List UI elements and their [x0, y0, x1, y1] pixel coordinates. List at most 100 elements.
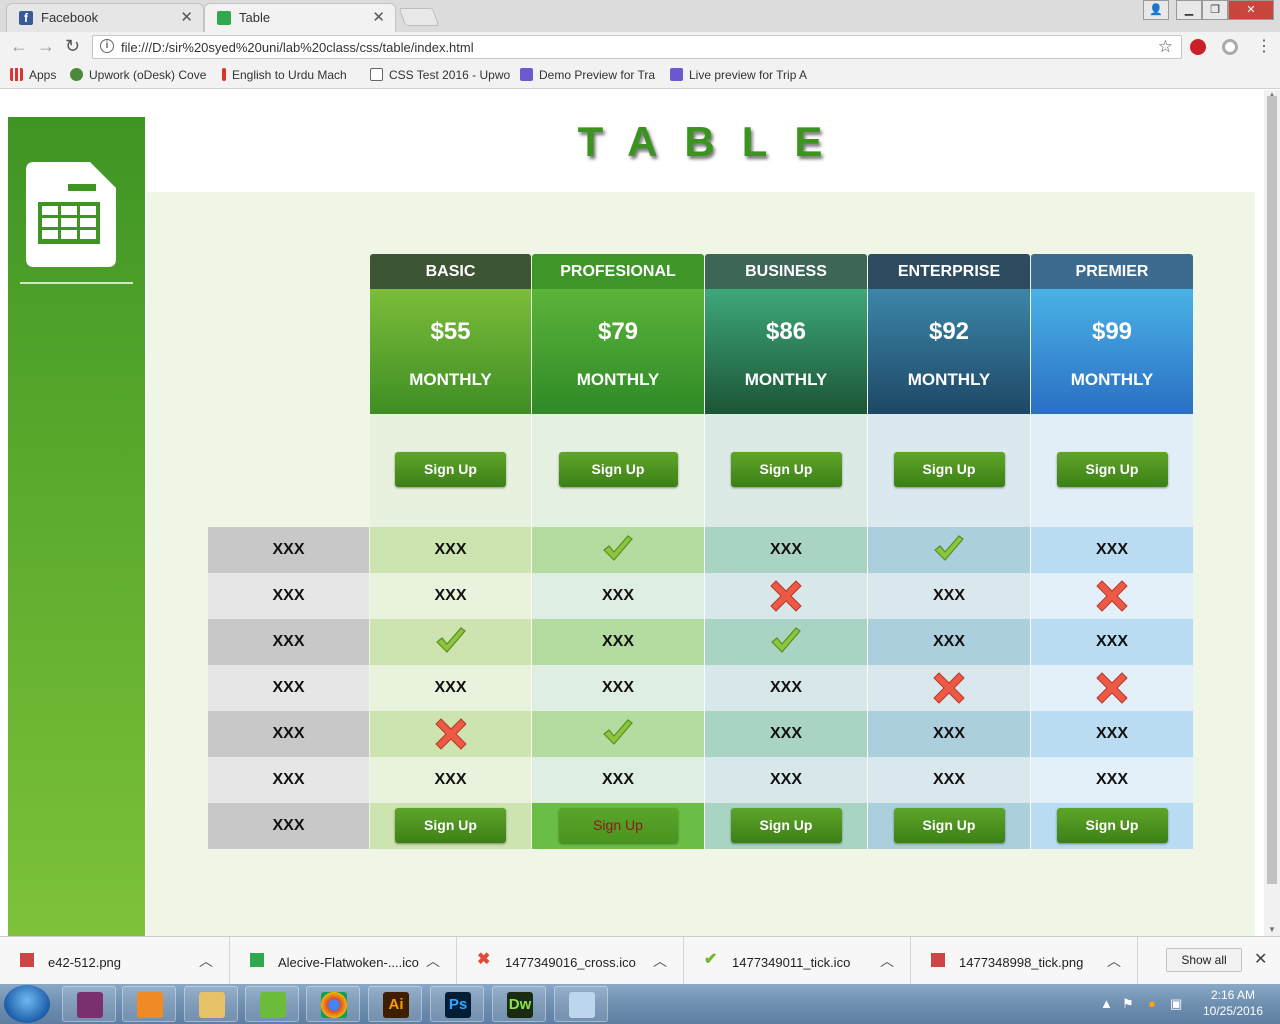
window-close-button[interactable]: ✕ — [1228, 0, 1274, 20]
chevron-up-icon[interactable]: ︿ — [426, 951, 440, 971]
chevron-up-icon[interactable]: ︿ — [880, 951, 894, 971]
download-item[interactable]: e42-512.png ︿ — [0, 937, 230, 985]
network-icon[interactable]: ▣ — [1170, 996, 1182, 1012]
sheet-icon — [250, 953, 264, 967]
forward-icon[interactable]: → — [37, 36, 55, 57]
signup-button[interactable]: Sign Up — [1056, 808, 1168, 843]
row-label: XXX — [208, 711, 369, 757]
image-file-icon — [20, 953, 34, 967]
table-cell: XXX — [868, 757, 1030, 803]
download-item[interactable]: ✔ 1477349011_tick.ico ︿ — [684, 937, 911, 985]
tab-title: Facebook — [41, 10, 99, 25]
tray-arrow-icon[interactable]: ▲ — [1100, 996, 1113, 1011]
facebook-icon: f — [19, 11, 33, 25]
taskbar-notepad[interactable] — [554, 986, 608, 1022]
signup-button[interactable]: Sign Up — [730, 808, 842, 843]
download-item[interactable]: Alecive-Flatwoken-....ico ︿ — [230, 937, 457, 985]
price-box: $99 MONTHLY — [1031, 289, 1193, 414]
tab-strip: f Facebook ✕ Table ✕ 👤 ▁ ❐ ✕ — [0, 0, 1280, 32]
flag-icon[interactable]: ⚑ — [1122, 996, 1134, 1012]
close-icon[interactable]: ✕ — [180, 8, 193, 26]
taskbar-utorrent[interactable] — [245, 986, 299, 1022]
scrollbar-thumb[interactable] — [1267, 96, 1277, 884]
bookmark-urdu[interactable]: English to Urdu Mach — [222, 68, 362, 82]
taskbar-photoshop[interactable]: Ps — [430, 986, 484, 1022]
tab-facebook[interactable]: f Facebook ✕ — [6, 3, 204, 32]
page-viewport: TABLE XXX XXX XXX XXX XXX XXX XXX BASIC $55 MONTH… — [0, 90, 1264, 936]
plan-price: $79 — [597, 318, 639, 345]
plan-period: MONTHLY — [744, 370, 828, 389]
minimize-button[interactable]: ▁ — [1176, 0, 1202, 20]
signup-button[interactable]: Sign Up — [395, 808, 506, 843]
chevron-up-icon[interactable]: ︿ — [199, 951, 213, 971]
close-icon[interactable]: ✕ — [372, 8, 385, 26]
apps-grid-icon — [10, 68, 23, 81]
signup-button[interactable]: Sign Up — [730, 452, 842, 487]
bookmark-demo-preview[interactable]: Demo Preview for Tra — [520, 68, 660, 82]
clock[interactable]: 2:16 AM 10/25/2016 — [1190, 987, 1276, 1019]
photoshop-icon: Ps — [445, 992, 471, 1018]
table-cell: XXX — [1031, 619, 1193, 665]
bookmark-upwork[interactable]: Upwork (oDesk) Cove — [70, 68, 210, 82]
plan-price: $99 — [1091, 318, 1133, 345]
page-title: TABLE — [577, 118, 850, 165]
taskbar-media-player[interactable] — [122, 986, 176, 1022]
bookmark-live-preview[interactable]: Live preview for Trip A — [670, 68, 812, 82]
table-cell: XXX — [532, 665, 704, 711]
table-cell: XXX — [370, 665, 531, 711]
row-label: XXX — [208, 803, 369, 849]
row-label: XXX — [208, 757, 369, 803]
download-item[interactable]: 1477348998_tick.png ︿ — [911, 937, 1138, 985]
close-icon[interactable]: ✕ — [1254, 949, 1267, 969]
plan-header: BUSINESS — [705, 254, 867, 289]
taskbar-chrome[interactable] — [306, 986, 360, 1022]
signup-button[interactable]: Sign Up — [395, 452, 506, 487]
new-tab-button[interactable] — [398, 8, 440, 26]
show-all-button[interactable]: Show all — [1166, 948, 1242, 972]
illustrator-icon: Ai — [383, 992, 409, 1018]
star-icon[interactable]: ☆ — [1158, 37, 1173, 57]
menu-icon[interactable]: ⋮ — [1256, 36, 1272, 56]
table-cell: XXX — [705, 757, 867, 803]
start-button[interactable] — [4, 985, 50, 1023]
column-divider — [704, 414, 705, 849]
pinterest-icon[interactable] — [1190, 39, 1206, 55]
taskbar-winrar[interactable] — [62, 986, 116, 1022]
signup-button[interactable]: Sign Up — [558, 808, 678, 843]
chevron-up-icon[interactable]: ︿ — [653, 951, 667, 971]
taskbar-dreamweaver[interactable]: Dw — [492, 986, 546, 1022]
info-icon[interactable]: i — [100, 39, 114, 53]
row-label: XXX — [208, 527, 369, 573]
table-cell: XXX — [370, 573, 531, 619]
signup-button[interactable]: Sign Up — [1056, 452, 1168, 487]
tray-app-icon[interactable]: ● — [1148, 996, 1156, 1011]
back-icon[interactable]: ← — [10, 36, 28, 57]
row-label: XXX — [208, 573, 369, 619]
signup-button[interactable]: Sign Up — [893, 452, 1005, 487]
browser-toolbar: ← → ↻ i file:///D:/sir%20syed%20uni/lab%… — [0, 32, 1280, 62]
cross-icon — [434, 718, 467, 750]
signup-button[interactable]: Sign Up — [558, 452, 678, 487]
download-item[interactable]: ✖ 1477349016_cross.ico ︿ — [457, 937, 684, 985]
tab-title: Table — [239, 10, 271, 25]
restore-button[interactable]: ❐ — [1202, 0, 1228, 20]
bookmark-css-test[interactable]: CSS Test 2016 - Upwo — [370, 68, 512, 82]
bookmark-apps[interactable]: Apps — [10, 68, 56, 82]
table-cell: XXX — [705, 527, 867, 573]
taskbar-illustrator[interactable]: Ai — [368, 986, 422, 1022]
table-cell: XXX — [370, 757, 531, 803]
table-cell: XXX — [868, 711, 1030, 757]
profile-icon[interactable]: 👤 — [1143, 0, 1169, 20]
price-box: $55 MONTHLY — [370, 289, 531, 414]
tab-table[interactable]: Table ✕ — [204, 3, 396, 32]
scroll-down-icon[interactable]: ▼ — [1268, 925, 1276, 934]
tick-icon — [435, 627, 466, 653]
chevron-up-icon[interactable]: ︿ — [1107, 951, 1121, 971]
address-bar[interactable]: i file:///D:/sir%20syed%20uni/lab%20clas… — [92, 35, 1182, 59]
taskbar-file-explorer[interactable] — [184, 986, 238, 1022]
plan-price: $86 — [765, 318, 807, 345]
extension-icon[interactable] — [1222, 39, 1238, 55]
signup-button[interactable]: Sign Up — [893, 808, 1005, 843]
reload-icon[interactable]: ↻ — [65, 36, 80, 57]
scrollbar[interactable]: ▲ ▼ — [1264, 90, 1280, 936]
